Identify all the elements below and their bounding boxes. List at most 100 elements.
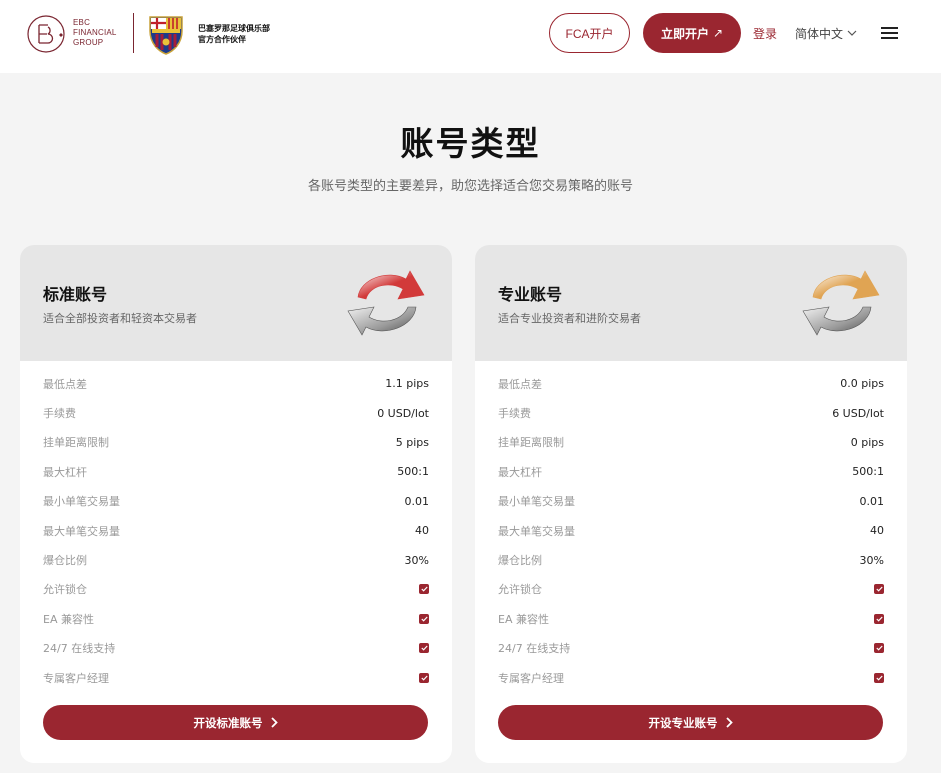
feature-value: 0 pips (850, 435, 884, 449)
feature-row: EA 兼容性 (498, 604, 884, 633)
language-label: 简体中文 (795, 27, 844, 41)
feature-list: 最低点差 0.0 pips 手续费 6 USD/lot 挂单距离限制 0 pip… (498, 369, 884, 692)
chevron-down-icon (847, 30, 857, 36)
feature-row: 爆仓比例 30% (498, 545, 884, 574)
feature-label: 手续费 (498, 407, 531, 421)
feature-label: 爆仓比例 (43, 554, 87, 568)
account-description: 适合全部投资者和轻资本交易者 (43, 312, 197, 325)
feature-value: 30% (859, 553, 884, 567)
company-name: EBC FINANCIAL GROUP (73, 18, 117, 47)
feature-row: 专属客户经理 (43, 663, 429, 692)
account-card-professional: 专业账号 适合专业投资者和进阶交易者 最低点差 0.0 pips 手续费 6 U… (475, 245, 907, 763)
feature-row: 挂单距离限制 0 pips (498, 428, 884, 457)
open-standard-account-button[interactable]: 开设标准账号 (43, 705, 428, 740)
fcb-crest-icon (149, 16, 183, 55)
feature-value: 6 USD/lot (832, 406, 884, 420)
hamburger-menu-icon[interactable] (881, 27, 898, 39)
feature-label: 手续费 (43, 407, 76, 421)
checkbox-checked-icon (874, 584, 884, 595)
feature-value: 500:1 (852, 465, 884, 479)
feature-row: 手续费 6 USD/lot (498, 398, 884, 427)
page-subtitle: 各账号类型的主要差异，助您选择适合您交易策略的账号 (307, 179, 633, 194)
feature-label: EA 兼容性 (43, 612, 94, 626)
feature-value: 500:1 (397, 465, 429, 479)
feature-value: 40 (415, 524, 429, 538)
account-description: 适合专业投资者和进阶交易者 (498, 312, 641, 325)
feature-row: 最大单笔交易量 40 (498, 516, 884, 545)
feature-row: 24/7 在线支持 (498, 634, 884, 663)
feature-value: 5 pips (395, 435, 429, 449)
checkbox-checked-icon (419, 672, 429, 683)
feature-list: 最低点差 1.1 pips 手续费 0 USD/lot 挂单距离限制 5 pip… (43, 369, 429, 692)
feature-row: 爆仓比例 30% (43, 545, 429, 574)
feature-row: 最小单笔交易量 0.01 (43, 487, 429, 516)
feature-row: 挂单距离限制 5 pips (43, 428, 429, 457)
feature-value: 0.01 (404, 494, 430, 508)
chevron-right-icon (270, 717, 278, 728)
feature-label: 最大杠杆 (498, 465, 542, 479)
feature-row: 手续费 0 USD/lot (43, 398, 429, 427)
feature-value: 40 (870, 524, 884, 538)
feature-row: 最大单笔交易量 40 (43, 516, 429, 545)
checkbox-checked-icon (419, 613, 429, 624)
exchange-arrows-icon (347, 270, 425, 336)
feature-label: 挂单距离限制 (498, 436, 564, 450)
feature-value: 30% (404, 553, 429, 567)
checkbox-checked-icon (419, 584, 429, 595)
feature-value: 0.01 (859, 494, 885, 508)
arrow-up-right-icon: ↗ (712, 26, 724, 40)
feature-label: EA 兼容性 (498, 612, 549, 626)
feature-label: 最低点差 (498, 377, 542, 391)
checkbox-checked-icon (874, 672, 884, 683)
feature-label: 专属客户经理 (43, 671, 109, 685)
feature-row: 最低点差 1.1 pips (43, 369, 429, 398)
open-account-button[interactable]: 立即开户 ↗ (643, 13, 741, 53)
feature-label: 最大单笔交易量 (43, 524, 120, 538)
feature-value: 0.0 pips (840, 377, 884, 391)
ebc-logo-icon[interactable] (26, 14, 66, 54)
feature-label: 爆仓比例 (498, 554, 542, 568)
open-account-label: 立即开户 (660, 26, 709, 41)
button-label: 开设标准账号 (193, 715, 263, 730)
feature-label: 挂单距离限制 (43, 436, 109, 450)
page-title: 账号类型 (400, 124, 541, 163)
feature-label: 最低点差 (43, 377, 87, 391)
feature-label: 专属客户经理 (498, 671, 564, 685)
card-header: 标准账号 适合全部投资者和轻资本交易者 (20, 245, 452, 361)
feature-row: 允许锁仓 (43, 575, 429, 604)
account-card-standard: 标准账号 适合全部投资者和轻资本交易者 最低点差 1.1 pips 手续费 0 … (20, 245, 452, 763)
feature-label: 允许锁仓 (498, 583, 542, 597)
open-professional-account-button[interactable]: 开设专业账号 (498, 705, 883, 740)
language-selector[interactable]: 简体中文 (795, 25, 857, 42)
feature-row: 专属客户经理 (498, 663, 884, 692)
checkbox-checked-icon (874, 643, 884, 654)
fca-account-button[interactable]: FCA开户 (549, 13, 630, 53)
feature-label: 最小单笔交易量 (43, 495, 120, 509)
feature-row: 最低点差 0.0 pips (498, 369, 884, 398)
feature-label: 允许锁仓 (43, 583, 87, 597)
checkbox-checked-icon (874, 613, 884, 624)
account-title: 标准账号 (43, 285, 108, 304)
feature-row: 最小单笔交易量 0.01 (498, 487, 884, 516)
exchange-arrows-icon (802, 270, 880, 336)
site-header: EBC FINANCIAL GROUP 巴塞罗那足球俱乐部 官方合作伙伴 FCA… (0, 0, 941, 73)
checkbox-checked-icon (419, 643, 429, 654)
feature-row: EA 兼容性 (43, 604, 429, 633)
account-title: 专业账号 (498, 285, 563, 304)
login-link[interactable]: 登录 (753, 25, 777, 42)
chevron-right-icon (725, 717, 733, 728)
feature-label: 最小单笔交易量 (498, 495, 575, 509)
feature-row: 24/7 在线支持 (43, 634, 429, 663)
feature-value: 1.1 pips (385, 377, 429, 391)
feature-row: 允许锁仓 (498, 575, 884, 604)
feature-label: 最大单笔交易量 (498, 524, 575, 538)
feature-label: 24/7 在线支持 (498, 642, 571, 656)
feature-row: 最大杠杆 500:1 (498, 457, 884, 486)
card-header: 专业账号 适合专业投资者和进阶交易者 (475, 245, 907, 361)
feature-row: 最大杠杆 500:1 (43, 457, 429, 486)
feature-value: 0 USD/lot (377, 406, 429, 420)
logo-divider (133, 13, 134, 53)
feature-label: 最大杠杆 (43, 465, 87, 479)
button-label: 开设专业账号 (648, 715, 718, 730)
feature-label: 24/7 在线支持 (43, 642, 116, 656)
